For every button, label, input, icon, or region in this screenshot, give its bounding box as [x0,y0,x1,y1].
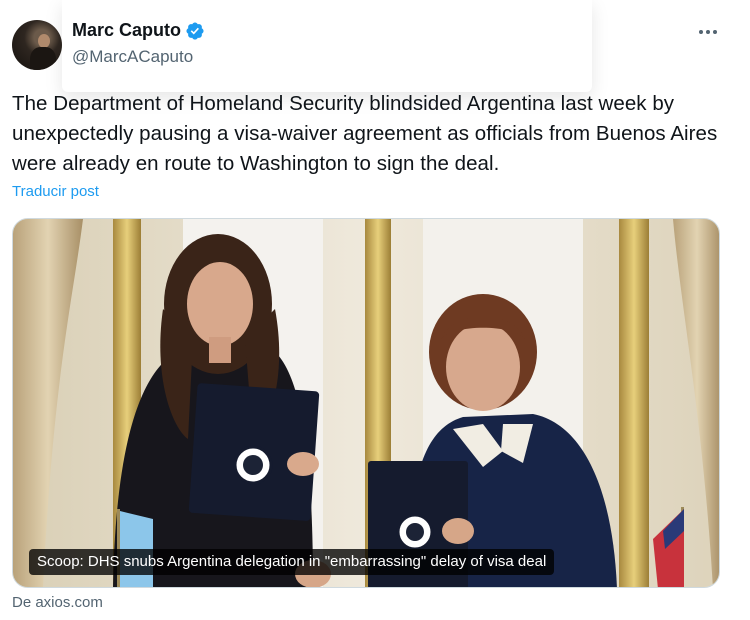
profile-hover-card-edge [62,0,592,92]
more-options-icon[interactable] [696,22,720,42]
author-name-row: Marc Caputo [72,20,205,41]
author-handle[interactable]: @MarcACaputo [72,47,193,67]
link-source[interactable]: De axios.com [12,594,103,611]
tweet-text: The Department of Homeland Security blin… [12,92,718,175]
translate-post-link[interactable]: Traducir post [12,183,99,200]
verified-badge-icon[interactable] [185,21,205,41]
avatar[interactable] [12,20,62,70]
author-display-name[interactable]: Marc Caputo [72,20,181,41]
link-card-headline[interactable]: Scoop: DHS snubs Argentina delegation in… [29,549,555,575]
link-card-image[interactable]: Scoop: DHS snubs Argentina delegation in… [12,218,720,588]
photo-signing-ceremony [13,219,719,587]
